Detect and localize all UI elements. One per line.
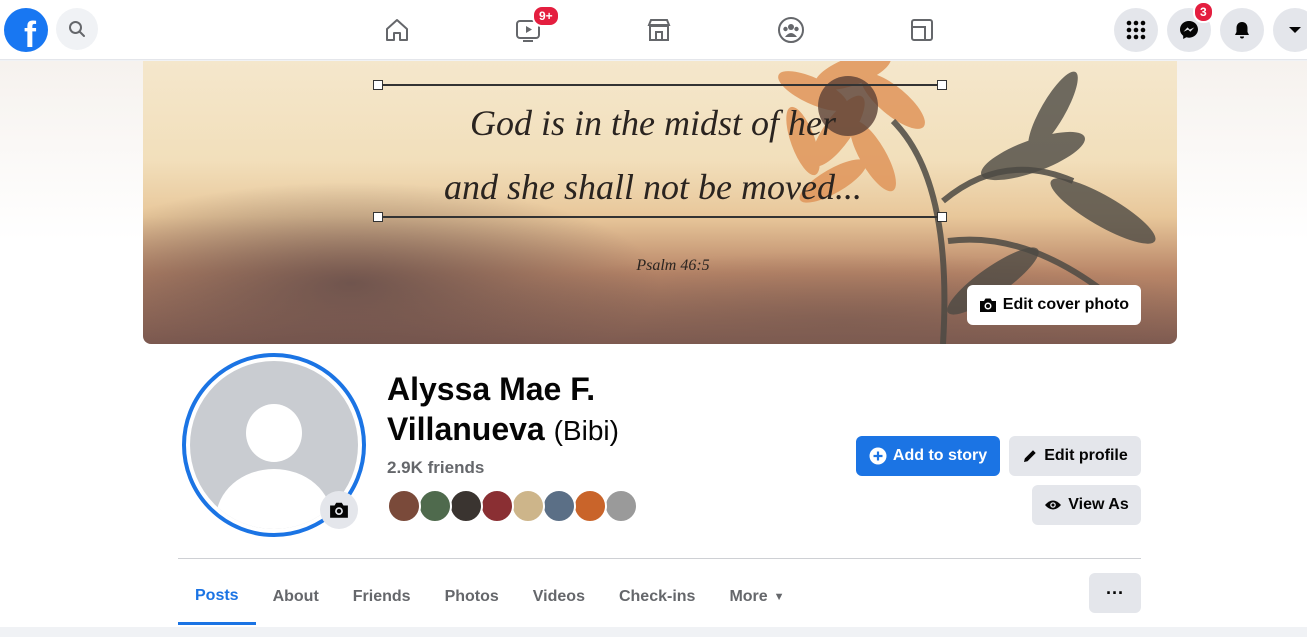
search-button[interactable] [56, 8, 98, 50]
friend-avatar[interactable] [604, 489, 638, 523]
groups-icon [778, 17, 804, 43]
edit-cover-photo-button[interactable]: Edit cover photo [966, 285, 1141, 325]
cover-quote-line: and she shall not be moved... [444, 167, 862, 207]
friend-avatar[interactable] [511, 489, 545, 523]
tab-photos[interactable]: Photos [428, 569, 516, 625]
menu-button[interactable] [1114, 8, 1158, 52]
gaming-icon [911, 19, 933, 41]
camera-icon [979, 298, 996, 312]
friend-avatar[interactable] [542, 489, 576, 523]
notifications-icon [1235, 22, 1249, 39]
notifications-button[interactable] [1220, 8, 1264, 52]
nav-gaming[interactable] [904, 12, 940, 48]
camera-icon [330, 502, 348, 518]
menu-grid-icon [1126, 20, 1146, 40]
messenger-notification-badge: 3 [1193, 1, 1214, 23]
search-icon [69, 21, 85, 37]
cover-photo[interactable]: God is in the midst of her and she shall… [143, 61, 1177, 344]
home-icon [386, 19, 408, 41]
cover-quote-line: God is in the midst of her [470, 103, 836, 143]
friend-avatar[interactable] [573, 489, 607, 523]
profile-header: God is in the midst of her and she shall… [0, 61, 1307, 627]
update-profile-picture-button[interactable] [320, 491, 358, 529]
profile-alternate-name: (Bibi) [553, 415, 619, 446]
tab-label: Check-ins [618, 588, 696, 605]
tab-posts[interactable]: Posts [178, 569, 256, 625]
cover-citation: Psalm 46:5 [636, 257, 710, 274]
messenger-icon [1180, 21, 1198, 39]
profile-name: Alyssa Mae F. Villanueva (Bibi) [387, 369, 687, 451]
quote-handle [373, 80, 383, 90]
profile-name-line: Villanueva [387, 411, 545, 447]
cover-quote: God is in the midst of her and she shall… [373, 91, 933, 219]
quote-handle [937, 212, 947, 222]
tab-label: About [272, 588, 319, 605]
nav-home[interactable] [379, 12, 415, 48]
account-menu-button[interactable] [1273, 8, 1307, 52]
edit-cover-photo-label: Edit cover photo [1002, 296, 1129, 313]
add-to-story-label: Add to story [892, 447, 988, 464]
friend-avatar[interactable] [480, 489, 514, 523]
avatar-body-silhouette [216, 469, 332, 529]
tab-friends[interactable]: Friends [336, 569, 428, 625]
edit-profile-label: Edit profile [1044, 447, 1128, 464]
facebook-logo[interactable]: f [4, 8, 48, 52]
friends-count-link[interactable]: 2.9K friends [387, 458, 484, 478]
friend-avatar[interactable] [387, 489, 421, 523]
caret-down-icon: ▼ [773, 591, 785, 603]
nav-groups[interactable] [773, 12, 809, 48]
nav-marketplace[interactable] [641, 12, 677, 48]
tab-label: Videos [532, 588, 585, 605]
avatar-head-silhouette [246, 404, 302, 462]
watch-notification-badge: 9+ [532, 5, 560, 27]
more-horizontal-icon: ··· [1106, 582, 1124, 603]
tab-about[interactable]: About [256, 569, 336, 625]
tab-label: Posts [195, 586, 239, 604]
profile-divider [178, 558, 1141, 559]
tab-label: Photos [444, 588, 499, 605]
tab-label: More [729, 588, 768, 605]
tab-more[interactable]: More ▼ [712, 569, 801, 625]
view-as-button[interactable]: View As [1032, 485, 1141, 525]
friend-avatar[interactable] [449, 489, 483, 523]
quote-rule-top [378, 84, 942, 86]
quote-handle [937, 80, 947, 90]
facebook-logo-letter: f [24, 14, 36, 52]
profile-tabs: Posts About Friends Photos Videos Check-ins Mo… [178, 569, 802, 625]
messenger-button[interactable]: 3 [1167, 1, 1214, 52]
friend-avatar[interactable] [418, 489, 452, 523]
tab-videos[interactable]: Videos [516, 569, 602, 625]
more-options-button[interactable]: ··· [1089, 573, 1141, 613]
view-as-label: View As [1068, 496, 1129, 513]
tab-label: Friends [352, 588, 411, 605]
nav-watch[interactable]: 9+ [510, 5, 560, 48]
plus-circle-icon [869, 447, 887, 465]
account-caret-icon [1289, 27, 1301, 33]
marketplace-icon [647, 19, 671, 41]
profile-name-line2: Villanueva (Bibi) [387, 409, 687, 451]
pencil-icon [1024, 450, 1036, 462]
top-navigation-bar: f 9+ 3 [0, 0, 1307, 60]
eye-icon [1045, 500, 1062, 510]
tab-check-ins[interactable]: Check-ins [602, 569, 712, 625]
add-to-story-button[interactable]: Add to story [856, 436, 1000, 476]
profile-name-line: Alyssa Mae F. [387, 371, 596, 407]
edit-profile-button[interactable]: Edit profile [1009, 436, 1141, 476]
